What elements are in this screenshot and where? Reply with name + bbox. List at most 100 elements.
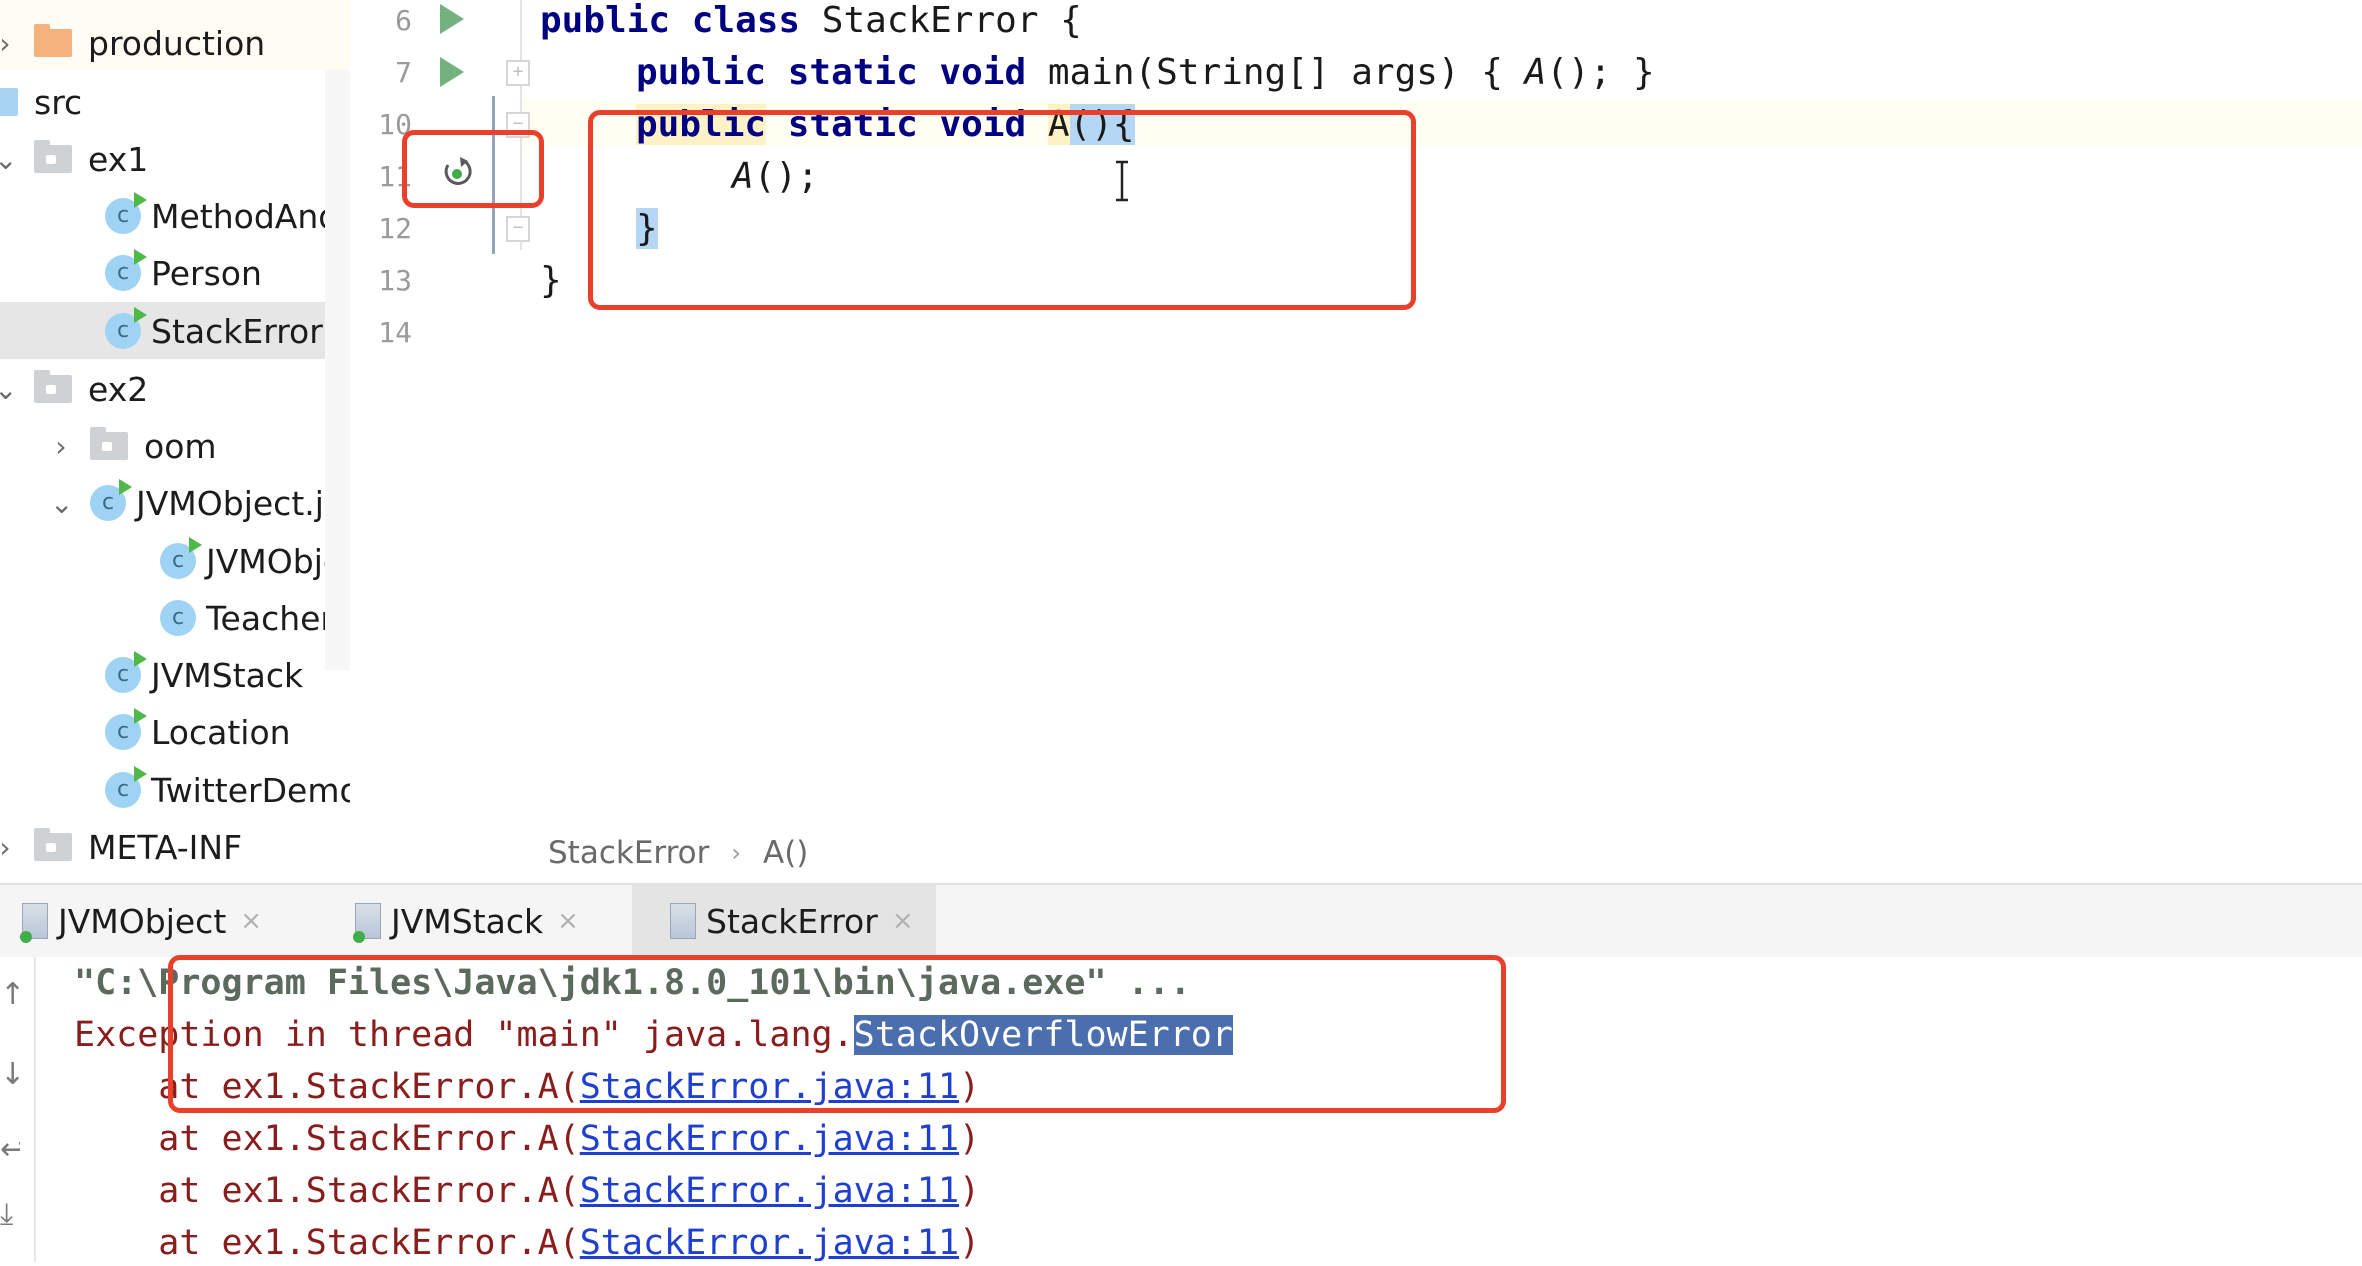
breadcrumb-separator-icon: › — [731, 839, 741, 867]
package-icon — [34, 828, 72, 861]
chevron-down-icon[interactable]: ⌄ — [0, 143, 17, 176]
tree-item-person[interactable]: c Person — [105, 248, 262, 298]
annotation-box-gutter — [402, 130, 544, 208]
tab-jvmstack[interactable]: JVMStack × — [353, 885, 599, 957]
scroll-to-end-icon[interactable]: ⤓ — [0, 1197, 20, 1232]
source-link[interactable]: StackError.java:11 — [580, 1171, 959, 1211]
code-line-6[interactable]: public class StackError { — [540, 0, 1082, 44]
code-text: (); } — [1546, 52, 1655, 93]
tree-item-meta-inf[interactable]: › META-INF — [0, 822, 242, 870]
code-text: main(String[] args) { — [1026, 52, 1525, 93]
annotation-box-console — [168, 955, 1506, 1113]
tab-label: JVMStack — [391, 901, 544, 941]
tree-item-stackerror[interactable]: c StackError — [105, 306, 323, 356]
tree-item-location[interactable]: c Location — [105, 707, 291, 757]
stack-frame-text: ) — [959, 1223, 981, 1263]
tree-item-label: TwitterDemo — [151, 770, 350, 810]
runnable-class-icon: c — [90, 479, 132, 521]
keyword: public static void — [636, 52, 1027, 93]
keyword: public class — [540, 0, 801, 41]
code-line-13[interactable]: } — [540, 258, 562, 304]
source-folder-icon — [0, 88, 18, 116]
tree-item-teacher[interactable]: c Teacher — [160, 593, 334, 643]
tree-item-label: JVMStack — [151, 655, 304, 695]
tab-label: StackError — [706, 901, 878, 941]
code-text: StackError { — [800, 0, 1082, 41]
package-icon — [34, 140, 72, 173]
runnable-class-icon: c — [105, 651, 147, 693]
tree-item-label: ex2 — [88, 369, 149, 409]
tab-label: JVMObject — [58, 901, 227, 941]
down-arrow-icon[interactable]: ↓ — [0, 1057, 20, 1092]
stack-frame-text: at ex1.StackError.A( — [74, 1119, 580, 1159]
tree-item-label: JVMObject.ja — [136, 483, 345, 523]
close-icon[interactable]: × — [557, 906, 579, 936]
run-tabs-bar: JVMObject × JVMStack × StackError × — [0, 885, 2362, 957]
runnable-class-icon: c — [105, 307, 147, 349]
stack-frame-text: ) — [959, 1171, 981, 1211]
stack-trace-line: at ex1.StackError.A(StackError.java:11) — [74, 1116, 980, 1162]
console-toolbar: ↑ ↓ ↩ ⤓ — [0, 957, 34, 1262]
run-main-icon[interactable] — [440, 57, 464, 87]
runnable-class-icon: c — [160, 537, 202, 579]
source-link[interactable]: StackError.java:11 — [580, 1119, 959, 1159]
tree-item-jvmstack[interactable]: c JVMStack — [105, 650, 303, 700]
line-number: 12 — [378, 212, 412, 245]
tree-item-ex1[interactable]: ⌄ ex1 — [0, 134, 148, 184]
line-number: 6 — [395, 4, 412, 37]
method-call: A — [1524, 52, 1547, 93]
breadcrumb-class[interactable]: StackError — [548, 835, 709, 871]
run-config-icon — [353, 903, 381, 943]
stack-frame-text: at ex1.StackError.A( — [74, 1223, 580, 1263]
chevron-down-icon[interactable]: ⌄ — [0, 373, 17, 406]
code-line-7[interactable]: public static void main(String[] args) {… — [636, 50, 1655, 96]
chevron-right-icon[interactable]: › — [0, 27, 16, 60]
tab-jvmobject[interactable]: JVMObject × — [20, 885, 282, 957]
tree-item-oom[interactable]: › oom — [50, 421, 217, 471]
tree-item-label: StackError — [151, 311, 323, 351]
stack-trace-line: at ex1.StackError.A(StackError.java:11) — [74, 1168, 980, 1214]
stack-trace-line: at ex1.StackError.A(StackError.java:11) — [74, 1220, 980, 1266]
chevron-down-icon[interactable]: ⌄ — [50, 487, 73, 520]
breadcrumb: StackError › A() — [548, 830, 808, 876]
runnable-class-icon: c — [105, 708, 147, 750]
package-icon — [34, 370, 72, 403]
tree-item-label: JVMObje — [206, 541, 344, 581]
stack-frame-text: at ex1.StackError.A( — [74, 1171, 580, 1211]
tab-stackerror[interactable]: StackError × — [632, 885, 936, 957]
stack-frame-text: ) — [959, 1119, 981, 1159]
run-class-icon[interactable] — [440, 4, 464, 34]
up-arrow-icon[interactable]: ↑ — [0, 977, 20, 1012]
folder-icon — [34, 24, 72, 57]
fold-expand-icon[interactable]: + — [506, 60, 530, 86]
fold-collapse-icon[interactable]: − — [506, 216, 530, 242]
toolbar-divider — [34, 957, 36, 1262]
tree-item-ex2[interactable]: ⌄ ex2 — [0, 364, 148, 414]
tree-item-label: Teacher — [206, 598, 335, 638]
close-icon[interactable]: × — [892, 906, 914, 936]
tree-item-jvmobject-file[interactable]: ⌄ c JVMObject.ja — [50, 478, 344, 528]
tree-item-label: src — [34, 82, 83, 122]
tree-item-twitterdemo[interactable]: c TwitterDemo — [105, 765, 350, 815]
line-number: 14 — [378, 316, 412, 349]
source-link[interactable]: StackError.java:11 — [580, 1223, 959, 1263]
tree-item-label: Location — [151, 712, 291, 752]
line-number: 7 — [395, 56, 412, 89]
tree-item-production[interactable]: › production — [0, 18, 265, 68]
soft-wrap-icon[interactable]: ↩ — [0, 1132, 20, 1167]
breadcrumb-method[interactable]: A() — [763, 835, 808, 871]
tree-item-src[interactable]: src — [0, 77, 82, 127]
runnable-class-icon: c — [105, 192, 147, 234]
tree-item-jvmobject-class[interactable]: c JVMObje — [160, 536, 343, 586]
chevron-right-icon[interactable]: › — [50, 430, 72, 463]
tree-item-methodands[interactable]: c MethodAndS — [105, 191, 350, 241]
tree-item-label: oom — [144, 426, 217, 466]
line-number: 13 — [378, 264, 412, 297]
tree-item-label: production — [88, 23, 266, 63]
tree-scrollbar[interactable] — [325, 70, 350, 670]
tree-item-label: META-INF — [88, 827, 243, 867]
package-icon — [90, 427, 128, 460]
chevron-right-icon[interactable]: › — [0, 831, 16, 864]
close-icon[interactable]: × — [240, 906, 262, 936]
run-config-icon — [20, 903, 48, 943]
